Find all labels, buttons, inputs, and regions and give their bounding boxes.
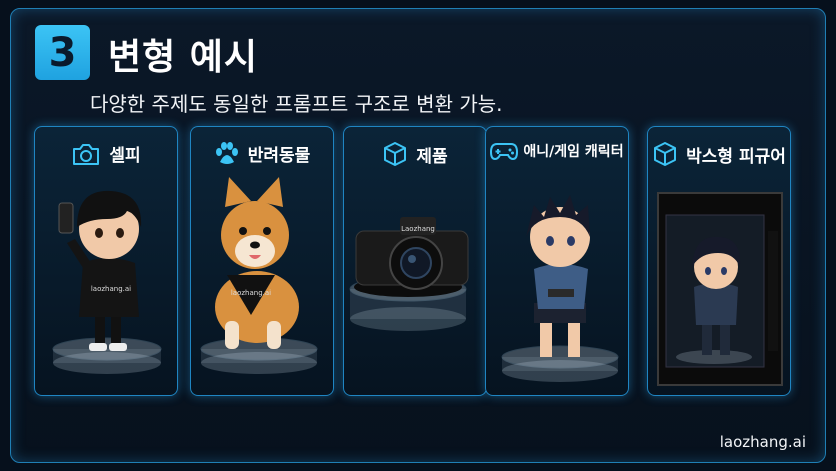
- page-subtitle: 다양한 주제도 동일한 프롬프트 구조로 변환 가능.: [90, 92, 503, 116]
- box-icon: [654, 142, 677, 166]
- page-title: 변형 예시: [108, 37, 259, 78]
- step-number: 3: [48, 29, 77, 76]
- camera-icon: [73, 143, 100, 165]
- figure-shirt-text: laozhang.ai: [91, 285, 131, 293]
- card-label: 제품: [416, 146, 448, 167]
- anime-figure-image: [501, 195, 619, 382]
- camera-brand-text: Laozhang: [401, 225, 435, 233]
- card-label: 셀피: [109, 146, 141, 166]
- card-pet[interactable]: 반려동물 laozhang.ai: [190, 126, 334, 396]
- bandana-text: laozhang.ai: [231, 289, 271, 297]
- card-label: 반려동물: [247, 146, 311, 166]
- card-anime-game-character[interactable]: 애니/게임 캐릭터: [485, 126, 629, 396]
- card-label: 박스형 피규어: [686, 146, 786, 167]
- camera-product-image: Laozhang: [349, 217, 469, 331]
- card-selfie[interactable]: 셀피 laozhang.ai: [34, 126, 178, 396]
- watermark: laozhang.ai: [719, 433, 806, 451]
- selfie-figure-image: laozhang.ai: [52, 190, 162, 374]
- pet-figure-image: laozhang.ai: [200, 177, 318, 374]
- card-label: 애니/게임 캐릭터: [523, 144, 624, 160]
- gamepad-icon: [490, 143, 519, 161]
- boxed-figure-image: [657, 192, 783, 386]
- card-product[interactable]: 제품 Laozhang: [343, 126, 487, 396]
- paw-icon: [215, 141, 238, 164]
- box-icon: [384, 142, 407, 166]
- step-badge: 3: [35, 25, 90, 80]
- card-boxed-figure[interactable]: 박스형 피규어: [647, 126, 791, 396]
